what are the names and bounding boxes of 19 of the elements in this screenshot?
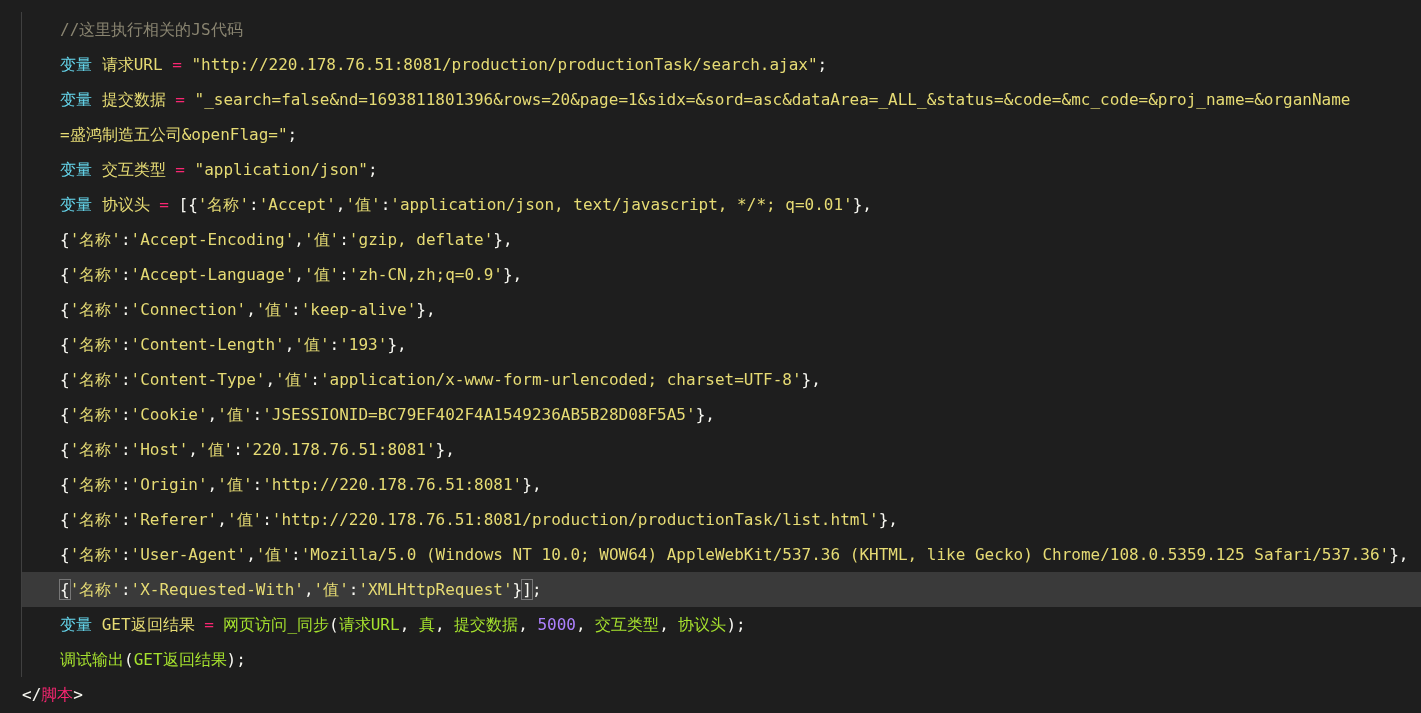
- code-line: //这里执行相关的JS代码: [59, 19, 244, 41]
- code-line: {'名称':'Content-Length','值':'193'},: [59, 334, 408, 356]
- code-line: 变量 GET返回结果 = 网页访问_同步(请求URL, 真, 提交数据, 5000, 交互类型, 协议头);: [59, 614, 747, 636]
- code-line: =盛鸿制造五公司&openFlag=";: [59, 124, 299, 146]
- code-line: 变量 提交数据 = "_search=false&nd=1693811801396&rows=20&page=1&sidx=&sord=asc&dataArea=_ALL_&status=&code=&mc_code=&proj_name=&organName: [59, 89, 1352, 111]
- code-line: {'名称':'Origin','值':'http://220.178.76.51:8081'},: [59, 474, 543, 496]
- closing-tag: </脚本>: [0, 677, 1421, 712]
- code-line: {'名称':'Cookie','值':'JSESSIONID=BC79EF402F4A1549236AB5B28D08F5A5'},: [59, 404, 716, 426]
- code-line: {'名称':'Host','值':'220.178.76.51:8081'},: [59, 439, 456, 461]
- code-line: {'名称':'Content-Type','值':'application/x-www-form-urlencoded; charset=UTF-8'},: [59, 369, 822, 391]
- code-line: {'名称':'Accept-Encoding','值':'gzip, deflate'},: [59, 229, 514, 251]
- code-line: {'名称':'Connection','值':'keep-alive'},: [59, 299, 437, 321]
- code-line: 变量 交互类型 = "application/json";: [59, 159, 379, 181]
- code-line: {'名称':'Referer','值':'http://220.178.76.51:8081/production/productionTask/list.html'},: [59, 509, 899, 531]
- code-line: {'名称':'User-Agent','值':'Mozilla/5.0 (Windows NT 10.0; WOW64) AppleWebKit/537.36 (KHTML, like Gecko) Chrome/108.0.5359.125 Safari/537.36'},: [59, 544, 1410, 566]
- code-line: {'名称':'Accept-Language','值':'zh-CN,zh;q=0.9'},: [59, 264, 524, 286]
- code-line: 变量 请求URL = "http://220.178.76.51:8081/production/productionTask/search.ajax";: [59, 54, 829, 76]
- code-line: 调试输出(GET返回结果);: [59, 649, 247, 671]
- code-line: 变量 协议头 = [{'名称':'Accept','值':'application/json, text/javascript, */*; q=0.01'},: [59, 194, 873, 216]
